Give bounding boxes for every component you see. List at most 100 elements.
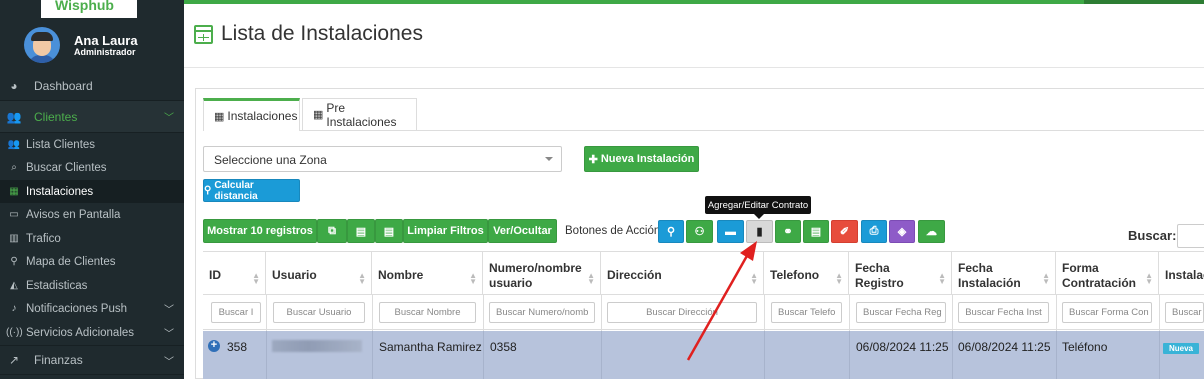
column-header[interactable]: Instalac [1159,251,1204,294]
filter-telefono-input[interactable]: Buscar Telefo [771,302,842,323]
filter-fecha-registro-input[interactable]: Buscar Fecha Reg [856,302,946,323]
print-icon: ⎙ [869,225,879,237]
column-header[interactable]: Fecha Registro ▲ ▼ [849,251,952,294]
bell-icon: ♪ [11,303,17,314]
filter-id-input[interactable]: Buscar I [211,302,261,323]
column-header[interactable]: Fecha Instalación ▲ ▼ [952,251,1056,294]
link-action-button[interactable]: ⚭ [775,220,801,243]
sidebar-item-estadisticas[interactable]: ◭ Estadisticas [0,274,184,297]
tab-pre-instalaciones[interactable]: ▦ Pre Instalaciones [302,98,417,130]
sidebar: Wisphub Ana Laura Administrador ◕ Dashbo… [0,0,184,379]
search-icon: ⌕ [11,162,17,173]
calendar-icon [194,24,213,44]
plus-icon: ✚ [588,153,598,166]
file-text-icon: ▤ [383,225,395,238]
copy-button[interactable]: ⧉ [317,219,347,243]
line-chart-icon: ↗ [8,353,20,367]
signal-icon: ((·)) [6,327,23,338]
filter-nombre-input[interactable]: Buscar Nombre [379,302,476,323]
search-input[interactable] [1177,224,1204,248]
sidebar-item-lista-clientes[interactable]: 👥 Lista Clientes [0,133,184,156]
sort-icon: ▲ ▼ [1042,271,1050,286]
brand-logo[interactable]: Wisphub [41,0,137,18]
clear-filters-button[interactable]: Limpiar Filtros [403,219,488,243]
column-header[interactable]: Numero/nombre usuario ▲ ▼ [483,251,601,294]
user-profile[interactable]: Ana Laura Administrador [0,20,184,70]
file-excel-icon: ▤ [355,225,367,238]
tooltip: Agregar/Editar Contrato [705,196,811,219]
contract-action-button[interactable]: ▮ [746,220,773,243]
filter-direccion-input[interactable]: Buscar Dirección [607,302,757,323]
zone-select[interactable]: Seleccione una Zona [203,146,562,172]
show-records-button[interactable]: Mostrar 10 registros [203,219,317,243]
chevron-down-icon: ﹀ [164,356,174,368]
calculate-distance-button[interactable]: ⚲ Calcular distancia [203,179,300,202]
sidebar-item-dashboard[interactable]: ◕ Dashboard [0,71,184,101]
sidebar-item-trafico[interactable]: ▥ Trafico [0,227,184,250]
file-icon: ▮ [756,226,763,238]
cell-id: 358 [227,340,248,354]
column-header[interactable]: ID ▲ ▼ [203,251,266,294]
column-header[interactable]: Telefono ▲ ▼ [764,251,849,294]
users-action-button[interactable]: ⚇ [686,220,713,243]
credit-card-icon: ▬ [725,225,736,238]
expand-row-icon[interactable]: + [208,340,220,352]
sort-icon: ▲ ▼ [252,271,260,286]
sidebar-item-instalaciones[interactable]: ▦ Instalaciones [0,180,184,203]
sort-icon: ▲ ▼ [587,271,595,286]
users-icon: ⚇ [694,226,705,238]
file-pdf-icon: ▤ [810,226,822,238]
upload-action-button[interactable]: ☁ [918,220,945,243]
cell-fecha-registro: 06/08/2024 11:25 [856,340,949,354]
toggle-columns-button[interactable]: Ver/Ocultar [488,219,557,243]
area-chart-icon: ◭ [10,280,18,291]
excel-button[interactable]: ▤ [347,219,375,243]
sidebar-item-servicios[interactable]: ((·)) Servicios Adicionales ﹀ [0,321,184,344]
column-header[interactable]: Forma Contratación ▲ ▼ [1056,251,1159,294]
sidebar-item-clientes[interactable]: 👥 Clientes ﹀ [0,101,184,133]
filter-numero-input[interactable]: Buscar Numero/nomb [489,302,595,323]
map-action-button[interactable]: ⚲ [658,220,684,243]
column-header[interactable]: Usuario ▲ ▼ [266,251,372,294]
filter-fecha-instalacion-input[interactable]: Buscar Fecha Inst [958,302,1049,323]
status-badge: Nueva [1163,343,1199,354]
filter-forma-input[interactable]: Buscar Forma Con [1062,302,1152,323]
calendar-icon: ▦ [9,186,19,197]
filter-instalacion-input[interactable]: Buscar [1165,302,1204,323]
column-header[interactable]: Nombre ▲ ▼ [372,251,483,294]
cell-fecha-instalacion: 06/08/2024 11:25 [958,340,1051,354]
filter-usuario-input[interactable]: Buscar Usuario [273,302,365,323]
new-installation-button[interactable]: ✚ Nueva Instalación [584,146,699,172]
dashboard-icon: ◕ [10,78,18,93]
sidebar-item-mapa[interactable]: ⚲ Mapa de Clientes [0,250,184,273]
map-marker-icon: ⚲ [10,256,18,267]
bar-chart-icon: ▥ [9,233,19,244]
print-action-button[interactable]: ⎙ [861,220,887,243]
top-bar [184,0,1204,4]
sort-icon: ▲ ▼ [1145,271,1153,286]
map-marker-icon: ⚲ [204,185,212,196]
sort-icon: ▲ ▼ [469,271,477,286]
table-row[interactable] [203,331,1204,379]
sidebar-item-notificaciones[interactable]: ♪ Notificaciones Push ﹀ [0,297,184,320]
actions-label: Botones de Acción: [565,225,664,237]
avatar [24,27,60,63]
sidebar-item-finanzas[interactable]: ↗ Finanzas ﹀ [0,345,184,375]
sidebar-item-avisos[interactable]: ▭ Avisos en Pantalla [0,203,184,226]
tab-instalaciones[interactable]: ▦ Instalaciones [203,98,300,131]
card-action-button[interactable]: ▬ [717,220,744,243]
box-action-button[interactable]: ◈ [889,220,915,243]
redacted-username [272,340,362,352]
chevron-down-icon: ﹀ [164,329,174,340]
sidebar-item-buscar-clientes[interactable]: ⌕ Buscar Clientes [0,156,184,179]
erase-action-button[interactable]: ✐ [831,220,858,243]
csv-button[interactable]: ▤ [375,219,403,243]
column-header[interactable]: Dirección ▲ ▼ [601,251,764,294]
cell-forma: Teléfono [1062,340,1108,354]
cloud-upload-icon: ☁ [926,226,937,238]
sort-icon: ▲ ▼ [835,271,843,286]
calendar-icon: ▦ [313,109,324,121]
user-name: Ana Laura [74,33,138,48]
link-icon: ⚭ [783,226,793,238]
pdf-action-button[interactable]: ▤ [803,220,829,243]
